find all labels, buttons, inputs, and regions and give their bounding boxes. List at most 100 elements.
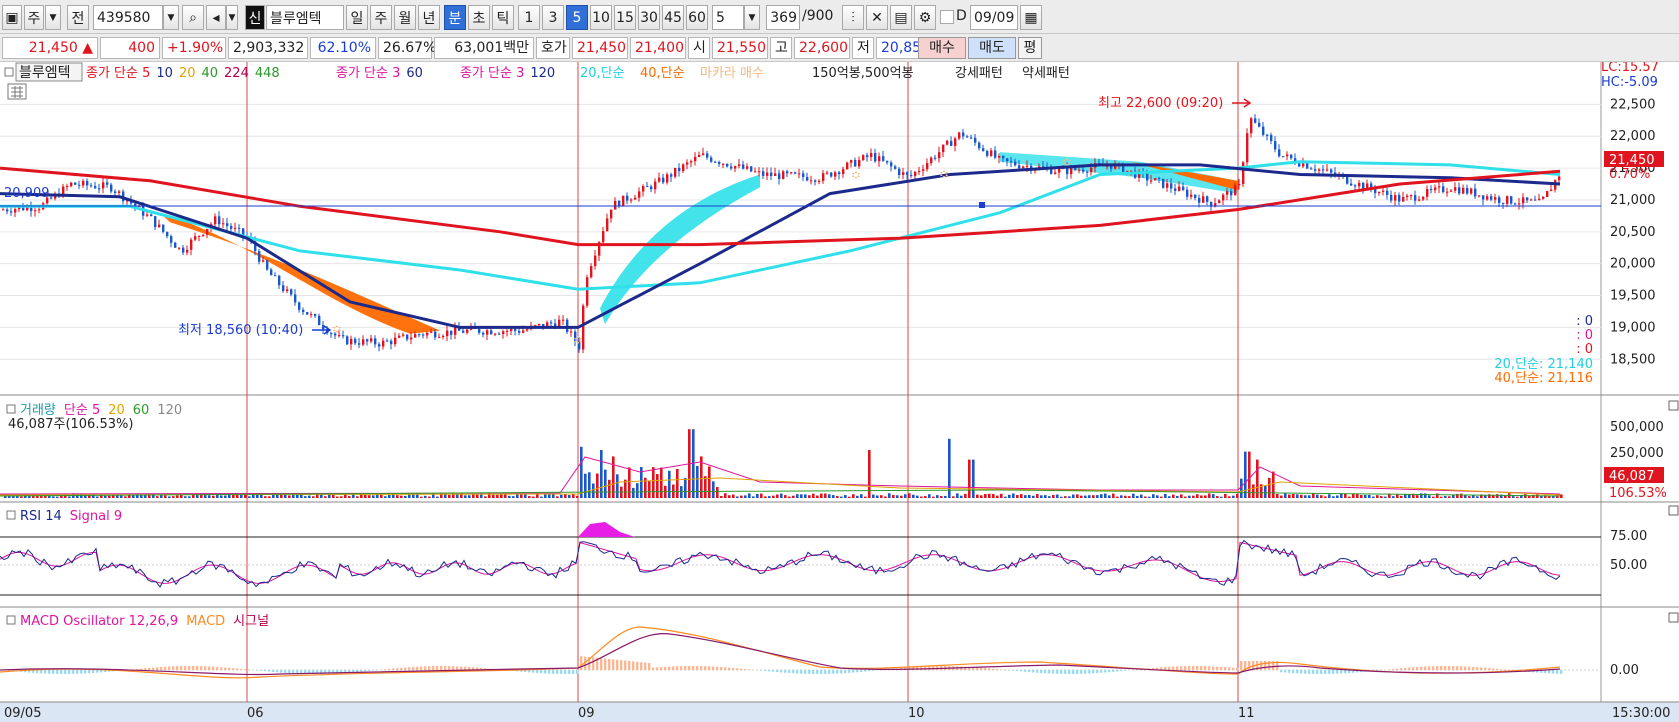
macd-histogram-bar [1012, 670, 1015, 671]
volume-bar [508, 495, 511, 498]
date-input[interactable]: 09/09 [970, 5, 1018, 30]
market-button[interactable]: 주 [24, 5, 44, 30]
period-second[interactable]: 초 [468, 5, 490, 30]
candle-body [830, 172, 833, 177]
volume-bar [496, 494, 499, 498]
candle-body [722, 163, 725, 165]
volume-bar [472, 494, 475, 498]
candle-body [1422, 196, 1425, 200]
volume-bar [908, 493, 911, 498]
candle-body [1254, 118, 1257, 123]
speaker-icon[interactable]: ◂ [206, 5, 226, 30]
volume-bar [532, 496, 535, 498]
code-input[interactable]: 439580 [93, 5, 163, 30]
volume-bar [804, 494, 807, 498]
volume-bar [348, 496, 351, 498]
speaker-dropdown[interactable]: ▼ [226, 5, 238, 30]
macd-histogram-bar [536, 670, 539, 673]
gear-icon[interactable]: ⚙ [914, 5, 936, 30]
macd-histogram-bar [36, 670, 39, 674]
candle-body [934, 157, 937, 159]
macd-histogram-bar [80, 670, 83, 674]
volume-bar [156, 496, 159, 498]
candle-body [1346, 176, 1349, 184]
count-input[interactable]: 5 [712, 5, 744, 30]
candle-body [1414, 195, 1417, 201]
volume-bar [1256, 459, 1259, 498]
volume-bar [992, 494, 995, 498]
macd-histogram-bar [1328, 670, 1331, 674]
candle-body [678, 167, 681, 172]
candle-body [1150, 180, 1153, 182]
candle-body [438, 337, 441, 339]
sell-button[interactable]: 매도 [968, 37, 1016, 59]
volume-bar [484, 496, 487, 498]
macd-histogram-bar [88, 670, 91, 674]
macd-histogram-bar [1052, 670, 1055, 674]
macd-histogram-bar [1400, 668, 1403, 670]
volume-bar [764, 496, 767, 498]
candle-body [74, 182, 77, 185]
period-day[interactable]: 일 [346, 5, 368, 30]
market-dropdown[interactable]: ▼ [45, 5, 61, 30]
interval-15[interactable]: 15 [614, 5, 636, 30]
buy-button[interactable]: 매수 [918, 37, 966, 59]
period-year[interactable]: 년 [418, 5, 440, 30]
candle-body [726, 163, 729, 167]
rsi-panel-close-icon[interactable] [1668, 505, 1679, 516]
volume-bar [852, 494, 855, 498]
candle-body [298, 302, 301, 310]
candle-body [834, 172, 837, 177]
period-week[interactable]: 주 [370, 5, 392, 30]
save-icon[interactable]: ▤ [890, 5, 912, 30]
candle-body [1178, 186, 1181, 191]
macd-histogram-bar [1476, 667, 1479, 670]
candle-body [290, 289, 293, 295]
open-price: 21,550 [712, 37, 768, 59]
candle-icon[interactable]: ⫶ [842, 5, 864, 30]
window-icon[interactable]: ▣ [2, 5, 22, 30]
macd-histogram-bar [1032, 670, 1035, 673]
candle-body [654, 181, 657, 190]
interval-45[interactable]: 45 [662, 5, 684, 30]
interval-3[interactable]: 3 [542, 5, 564, 30]
macd-histogram-bar [1204, 666, 1207, 670]
volume-bar [144, 495, 147, 498]
code-dropdown[interactable]: ▼ [163, 5, 179, 30]
macd-histogram-bar [804, 670, 807, 674]
volume-bar [216, 494, 219, 498]
candle-body [526, 329, 529, 331]
period-minute[interactable]: 분 [444, 5, 466, 30]
volume-bar [828, 494, 831, 498]
tools-icon[interactable]: ✕ [866, 5, 888, 30]
search-icon[interactable]: ⌕ [182, 5, 204, 30]
candle-body [1202, 196, 1205, 203]
macd-histogram-bar [568, 670, 571, 674]
volume-bar [300, 494, 303, 498]
volume-bar [448, 494, 451, 498]
period-month[interactable]: 월 [394, 5, 416, 30]
even-button[interactable]: 평 [1018, 37, 1042, 59]
stock-name-field[interactable]: 블루엠텍 [266, 5, 344, 30]
candle-body [614, 200, 617, 210]
volume-bar [368, 495, 371, 498]
volume-bar [1344, 493, 1347, 498]
interval-10[interactable]: 10 [590, 5, 612, 30]
macd-histogram-bar [548, 670, 551, 674]
count-dropdown[interactable]: ▼ [744, 5, 760, 30]
macd-panel-close-icon[interactable] [1668, 612, 1679, 623]
calendar-icon[interactable]: ▦ [1020, 5, 1042, 30]
interval-1[interactable]: 1 [518, 5, 540, 30]
interval-60[interactable]: 60 [686, 5, 708, 30]
volume-bar [1300, 494, 1303, 498]
chart-area[interactable]: 블루엠텍 종가 단순 5 10 20 40 224 448 종가 단순 3 60 종가 단순… [0, 62, 1679, 722]
macd-histogram-bar [368, 670, 371, 671]
volume-panel-close-icon[interactable] [1668, 400, 1679, 411]
d-checkbox[interactable] [940, 10, 954, 24]
interval-5[interactable]: 5 [566, 5, 588, 30]
interval-30[interactable]: 30 [638, 5, 660, 30]
bar-count-input[interactable]: 369 [766, 5, 800, 30]
volume-bar [780, 493, 783, 498]
prev-button[interactable]: 전 [67, 5, 89, 30]
period-tick[interactable]: 틱 [492, 5, 514, 30]
